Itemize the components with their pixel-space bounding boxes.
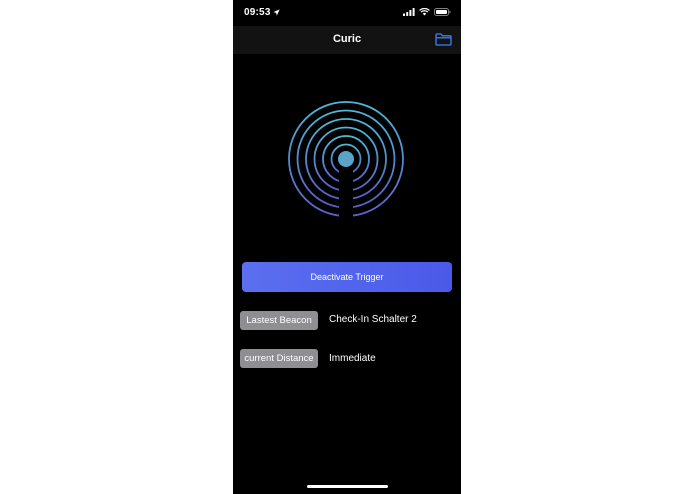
status-time: 09:53 (244, 7, 271, 18)
latest-beacon-value: Check-In Schalter 2 (329, 314, 417, 325)
folder-button[interactable] (434, 32, 452, 47)
status-bar: 09:53 (233, 0, 461, 26)
location-arrow-icon (272, 9, 280, 16)
navigation-bar: Curic (233, 26, 461, 54)
current-distance-label: current Distance (240, 349, 318, 368)
status-time-group: 09:53 (244, 7, 280, 18)
deactivate-trigger-button[interactable]: Deactivate Trigger (242, 262, 452, 292)
folder-icon (434, 33, 452, 46)
nav-title: Curic (332, 33, 362, 45)
latest-beacon-label: Lastest Beacon (240, 311, 318, 330)
current-distance-value: Immediate (329, 353, 376, 364)
phone-screen: 09:53 Curic Deactivate Trigger Lastest B… (233, 0, 461, 494)
wifi-icon (419, 8, 430, 16)
battery-icon (434, 8, 451, 16)
cellular-signal-icon (403, 8, 415, 16)
beacon-broadcast-icon (288, 101, 404, 217)
home-indicator (307, 485, 388, 488)
status-icons (403, 8, 451, 16)
